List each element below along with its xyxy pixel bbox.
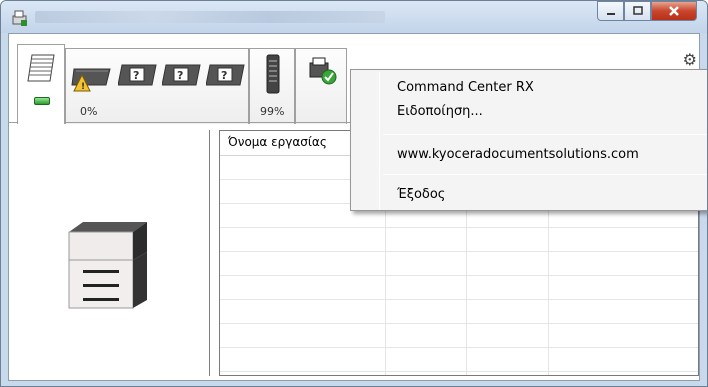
tab-paper[interactable]: 99% <box>249 48 295 124</box>
close-button[interactable] <box>651 1 697 21</box>
printer-image <box>68 222 147 309</box>
paper-stack-icon <box>27 54 55 82</box>
row-line <box>220 275 698 276</box>
menu-separator <box>383 134 707 135</box>
menu-item-website[interactable]: www.kyoceradocumentsolutions.com <box>397 147 639 162</box>
device-ok-icon <box>309 57 337 85</box>
menu-gutter <box>379 72 380 210</box>
row-line <box>220 251 698 252</box>
tab-toner[interactable]: ! ? ? ? 0% <box>65 48 249 124</box>
menu-separator <box>383 174 707 175</box>
toner-unknown-icon: ? <box>162 64 201 86</box>
status-monitor-window: ! ? ? ? 0% 99% ⚙ Όνομα εργασίας Command … <box>0 0 708 387</box>
paper-level-text: 99% <box>260 105 285 118</box>
menu-item-notification[interactable]: Ειδοποίηση... <box>397 104 483 119</box>
tab-printer-status[interactable] <box>17 44 65 124</box>
toner-warning-icon: ! <box>71 68 111 92</box>
tab-device[interactable] <box>295 48 347 124</box>
svg-text:?: ? <box>177 69 183 82</box>
maximize-icon <box>632 6 643 15</box>
maximize-button[interactable] <box>624 1 651 21</box>
svg-text:!: ! <box>81 82 85 92</box>
svg-text:?: ? <box>221 69 227 82</box>
row-line <box>220 347 698 348</box>
row-line <box>220 323 698 324</box>
panel-divider[interactable] <box>209 130 210 376</box>
toner-unknown-icon: ? <box>118 64 157 86</box>
minimize-button[interactable] <box>597 1 624 21</box>
row-line <box>220 299 698 300</box>
toner-level-text: 0% <box>80 105 98 118</box>
close-icon <box>669 6 679 16</box>
title-bar[interactable] <box>1 1 707 33</box>
gear-icon[interactable]: ⚙ <box>683 50 697 69</box>
row-line <box>220 227 698 228</box>
menu-item-command-center[interactable]: Command Center RX <box>397 80 534 95</box>
context-menu: Command Center RX Ειδοποίηση... www.kyoc… <box>350 69 707 211</box>
window-title <box>35 11 385 23</box>
toner-unknown-icon: ? <box>206 64 245 86</box>
column-header-job-name[interactable]: Όνομα εργασίας <box>228 135 327 149</box>
device-image-panel <box>9 124 209 380</box>
paper-tray-icon <box>266 54 280 94</box>
row-line <box>220 371 698 372</box>
svg-text:?: ? <box>133 69 139 82</box>
green-led-icon <box>34 97 50 105</box>
minimize-icon <box>606 13 615 15</box>
printer-app-icon <box>12 10 27 26</box>
menu-item-exit[interactable]: Έξοδος <box>397 187 445 202</box>
